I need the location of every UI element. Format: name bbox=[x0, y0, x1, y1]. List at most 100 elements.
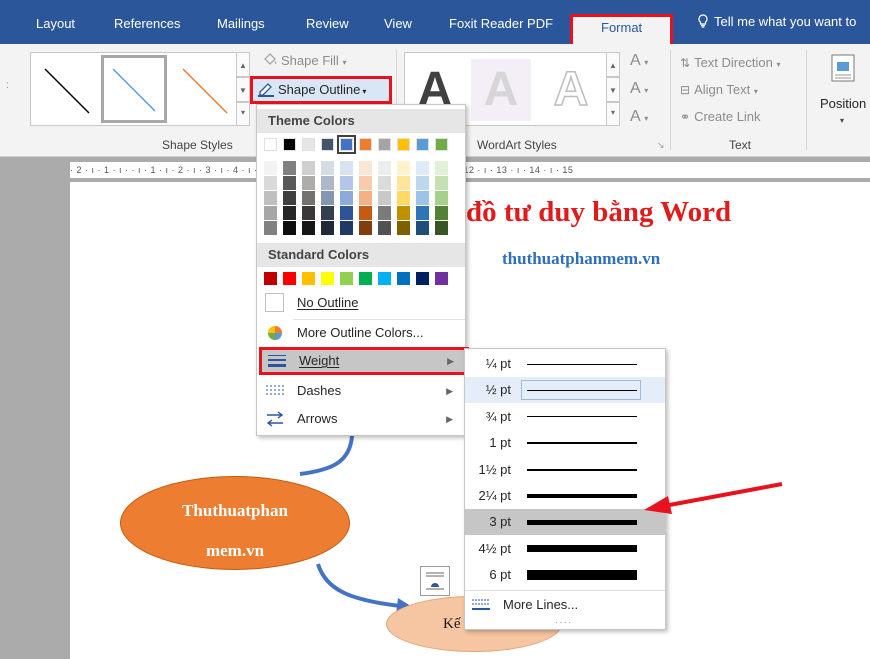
theme-shade-swatch[interactable] bbox=[283, 161, 296, 175]
align-text-button[interactable]: ⊟ Align Text ▾ bbox=[680, 79, 758, 101]
theme-color-swatch[interactable] bbox=[283, 138, 296, 151]
theme-shade-swatch[interactable] bbox=[416, 221, 429, 235]
theme-shade-swatch[interactable] bbox=[378, 176, 391, 190]
standard-color-swatch[interactable] bbox=[340, 272, 353, 285]
shape-styles-gallery[interactable] bbox=[30, 52, 242, 126]
standard-color-swatch[interactable] bbox=[397, 272, 410, 285]
standard-color-swatch[interactable] bbox=[378, 272, 391, 285]
theme-shade-swatch[interactable] bbox=[321, 176, 334, 190]
layout-options-icon[interactable] bbox=[420, 566, 450, 596]
theme-shade-swatch[interactable] bbox=[283, 176, 296, 190]
theme-shade-swatch[interactable] bbox=[397, 221, 410, 235]
theme-shade-swatch[interactable] bbox=[283, 191, 296, 205]
tab-foxit-reader-pdf[interactable]: Foxit Reader PDF bbox=[449, 14, 553, 34]
theme-shade-swatch[interactable] bbox=[340, 161, 353, 175]
weight-item[interactable]: Weight ▶ bbox=[259, 347, 469, 375]
theme-shade-swatch[interactable] bbox=[397, 161, 410, 175]
standard-color-swatch[interactable] bbox=[264, 272, 277, 285]
theme-color-swatch[interactable] bbox=[359, 138, 372, 151]
theme-shade-swatch[interactable] bbox=[359, 191, 372, 205]
wordart-style-light[interactable]: A bbox=[471, 59, 531, 121]
weight-option[interactable]: 2¼ pt bbox=[465, 483, 665, 509]
theme-shade-swatch[interactable] bbox=[435, 206, 448, 220]
theme-shade-swatch[interactable] bbox=[302, 206, 315, 220]
wordart-scroll-down[interactable]: ▼ bbox=[606, 77, 620, 102]
theme-shade-swatch[interactable] bbox=[416, 176, 429, 190]
theme-color-swatch[interactable] bbox=[264, 138, 277, 151]
theme-shade-swatch[interactable] bbox=[264, 221, 277, 235]
tab-references[interactable]: References bbox=[114, 14, 180, 34]
weight-option[interactable]: 1½ pt bbox=[465, 457, 665, 483]
theme-shade-swatch[interactable] bbox=[416, 206, 429, 220]
theme-color-swatch[interactable] bbox=[321, 138, 334, 151]
theme-shade-swatch[interactable] bbox=[340, 176, 353, 190]
theme-shade-swatch[interactable] bbox=[359, 161, 372, 175]
shape-style-black-line[interactable] bbox=[33, 55, 99, 123]
theme-shade-swatch[interactable] bbox=[321, 221, 334, 235]
theme-shade-swatch[interactable] bbox=[264, 176, 277, 190]
gallery-scroll-down[interactable]: ▼ bbox=[236, 77, 250, 102]
text-effects-button[interactable]: A ▾ bbox=[630, 106, 648, 128]
theme-shade-swatch[interactable] bbox=[264, 206, 277, 220]
weight-option[interactable]: ½ pt bbox=[465, 377, 665, 404]
weight-option[interactable]: ¼ pt bbox=[465, 351, 665, 377]
theme-color-swatch[interactable] bbox=[435, 138, 448, 151]
theme-shade-swatch[interactable] bbox=[397, 206, 410, 220]
theme-shade-swatch[interactable] bbox=[321, 206, 334, 220]
text-direction-button[interactable]: ⇅ Text Direction ▾ bbox=[680, 52, 780, 74]
resize-grip[interactable]: ···· bbox=[555, 617, 572, 628]
theme-shade-swatch[interactable] bbox=[378, 161, 391, 175]
shape-style-orange-line[interactable] bbox=[171, 55, 237, 123]
standard-color-swatch[interactable] bbox=[302, 272, 315, 285]
shape-fill-button[interactable]: Shape Fill ▾ bbox=[262, 50, 346, 72]
theme-shade-swatch[interactable] bbox=[283, 221, 296, 235]
theme-color-swatch[interactable] bbox=[378, 138, 391, 151]
theme-shade-swatch[interactable] bbox=[359, 206, 372, 220]
theme-shade-swatch[interactable] bbox=[340, 206, 353, 220]
dashes-item[interactable]: Dashes ▶ bbox=[257, 377, 465, 405]
wordart-more[interactable]: ▾ bbox=[606, 102, 620, 126]
text-outline-button[interactable]: A ▾ bbox=[630, 78, 648, 100]
theme-shade-swatch[interactable] bbox=[264, 161, 277, 175]
theme-shade-swatch[interactable] bbox=[416, 161, 429, 175]
wordart-scroll-up[interactable]: ▲ bbox=[606, 52, 620, 77]
theme-shade-swatch[interactable] bbox=[302, 176, 315, 190]
more-outline-colors-item[interactable]: More Outline Colors... bbox=[257, 319, 465, 347]
theme-shade-swatch[interactable] bbox=[416, 191, 429, 205]
theme-color-swatch[interactable] bbox=[397, 138, 410, 151]
theme-shade-swatch[interactable] bbox=[264, 191, 277, 205]
mindmap-main-node[interactable]: Thuthuatphan mem.vn bbox=[120, 476, 350, 570]
theme-shade-swatch[interactable] bbox=[435, 161, 448, 175]
no-outline-item[interactable]: No Outline bbox=[257, 289, 465, 317]
more-lines-item[interactable]: More Lines... bbox=[465, 592, 665, 618]
standard-color-swatch[interactable] bbox=[435, 272, 448, 285]
gallery-scroll-up[interactable]: ▲ bbox=[236, 52, 250, 77]
weight-option[interactable]: 1 pt bbox=[465, 430, 665, 456]
shape-style-blue-line[interactable] bbox=[101, 55, 167, 123]
weight-option[interactable]: 4½ pt bbox=[465, 536, 665, 562]
theme-shade-swatch[interactable] bbox=[435, 176, 448, 190]
shape-outline-button[interactable]: Shape Outline ▾ bbox=[250, 76, 392, 104]
weight-option[interactable]: ¾ pt bbox=[465, 404, 665, 430]
theme-shade-swatch[interactable] bbox=[283, 206, 296, 220]
theme-shade-swatch[interactable] bbox=[302, 191, 315, 205]
theme-shade-swatch[interactable] bbox=[435, 191, 448, 205]
weight-option[interactable]: 6 pt bbox=[465, 562, 665, 588]
theme-shade-swatch[interactable] bbox=[302, 161, 315, 175]
theme-color-swatch[interactable] bbox=[302, 138, 315, 151]
arrows-item[interactable]: Arrows ▶ bbox=[257, 405, 465, 433]
standard-color-swatch[interactable] bbox=[416, 272, 429, 285]
theme-color-swatch[interactable] bbox=[337, 135, 356, 154]
text-fill-button[interactable]: A ▾ bbox=[630, 50, 648, 72]
theme-shade-swatch[interactable] bbox=[378, 206, 391, 220]
standard-color-swatch[interactable] bbox=[321, 272, 334, 285]
standard-color-swatch[interactable] bbox=[359, 272, 372, 285]
theme-shade-swatch[interactable] bbox=[321, 191, 334, 205]
standard-color-swatch[interactable] bbox=[283, 272, 296, 285]
theme-shade-swatch[interactable] bbox=[321, 161, 334, 175]
theme-shade-swatch[interactable] bbox=[340, 191, 353, 205]
dialog-launcher-icon[interactable]: ↘ bbox=[657, 140, 665, 151]
theme-shade-swatch[interactable] bbox=[397, 176, 410, 190]
theme-shade-swatch[interactable] bbox=[378, 221, 391, 235]
theme-color-swatch[interactable] bbox=[416, 138, 429, 151]
